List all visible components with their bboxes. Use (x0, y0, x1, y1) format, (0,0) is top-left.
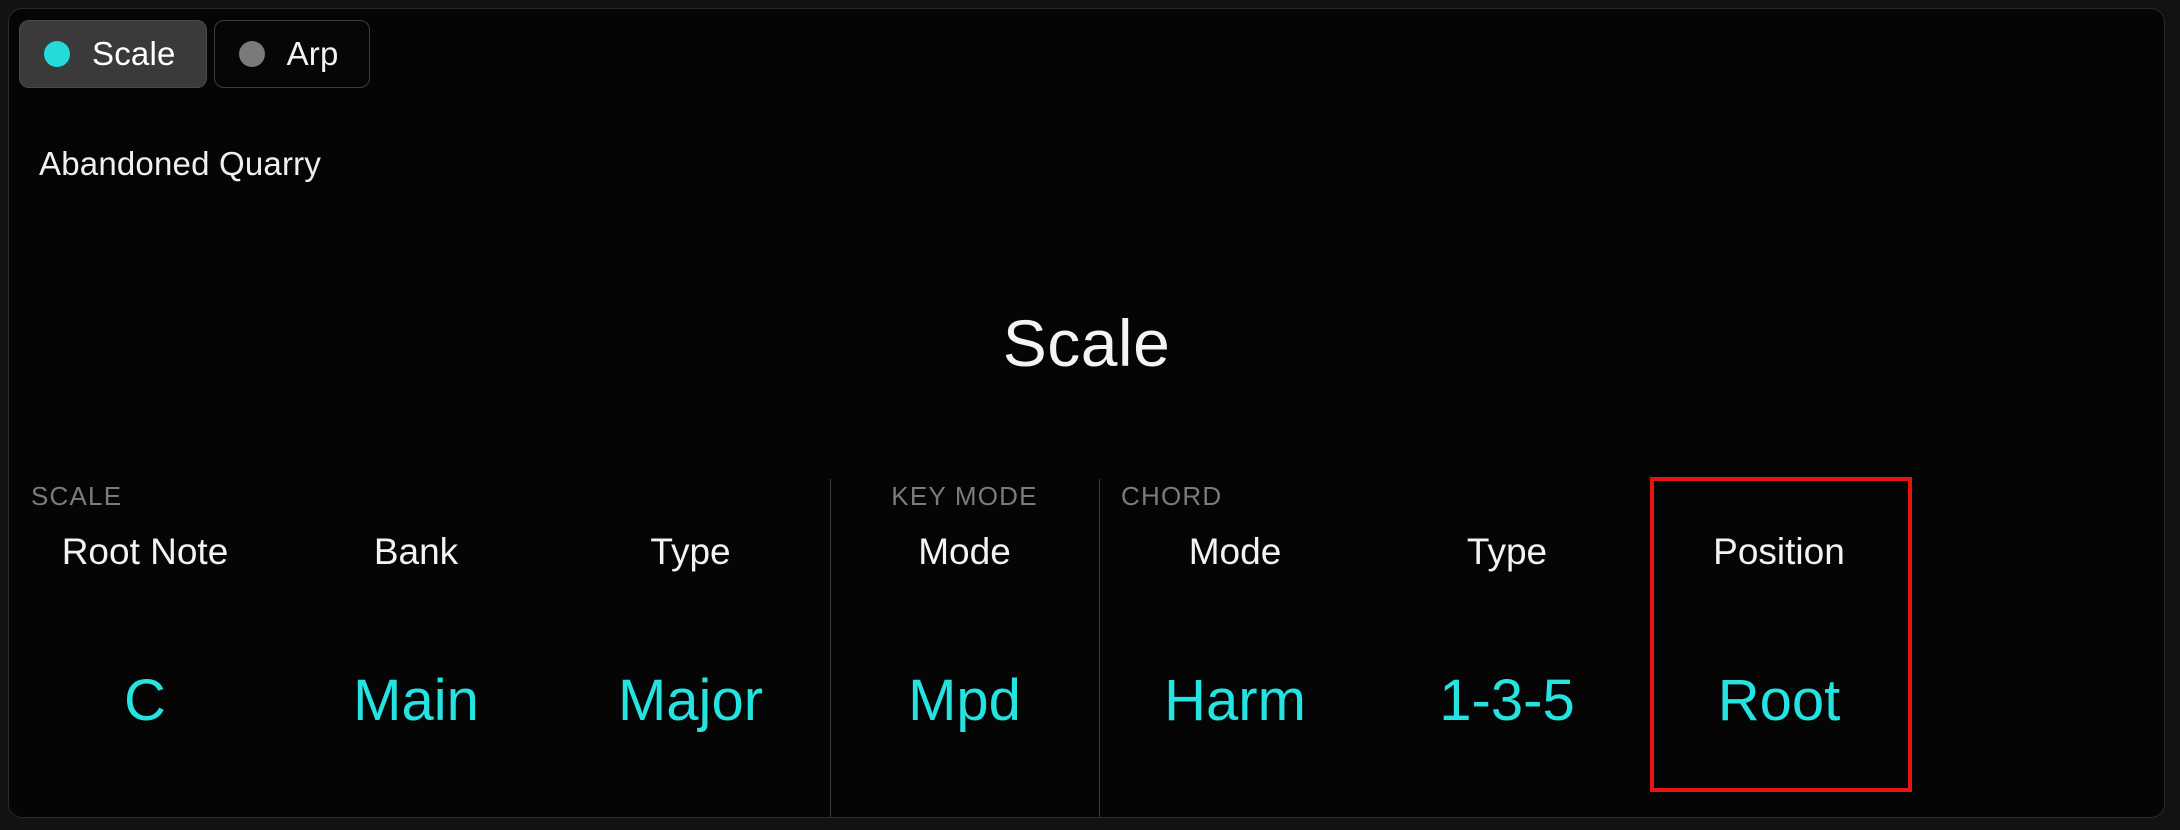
param-label-scale-type: Type (650, 531, 731, 572)
preset-name: Abandoned Quarry (39, 145, 322, 182)
tab-arp[interactable]: Arp (213, 20, 370, 88)
param-label-chord-mode: Mode (1188, 531, 1282, 572)
param-column-position[interactable]: Position Root (1643, 471, 1915, 817)
status-dot-icon (238, 41, 265, 67)
tab-scale[interactable]: Scale (19, 20, 207, 88)
param-column-root-note[interactable]: Root Note C (9, 471, 281, 817)
mode-tab-bar: Scale Arp (19, 20, 370, 88)
scale-panel: Scale Arp Abandoned Quarry Scale SCALE K… (8, 8, 2165, 818)
param-label-position: Position (1713, 531, 1845, 572)
tab-scale-label: Scale (92, 35, 176, 72)
parameter-grid: SCALE KEY MODE CHORD Root Note C Bank Ma… (9, 471, 2164, 817)
param-label-key-mode: Mode (918, 531, 1011, 572)
param-value-scale-type: Major (617, 668, 764, 733)
param-column-key-mode[interactable]: Mode Mpd (830, 471, 1099, 817)
param-value-chord-type: 1-3-5 (1439, 668, 1575, 733)
param-value-chord-mode: Harm (1164, 668, 1306, 733)
param-column-chord-mode[interactable]: Mode Harm (1099, 471, 1371, 817)
param-label-chord-type: Type (1466, 531, 1548, 572)
status-dot-icon (44, 41, 70, 67)
param-column-scale-type[interactable]: Type Major (551, 471, 830, 817)
param-value-root-note: C (124, 668, 166, 733)
param-value-key-mode: Mpd (908, 668, 1021, 733)
param-column-chord-type[interactable]: Type 1-3-5 (1371, 471, 1643, 817)
param-value-bank: Main (353, 668, 479, 733)
param-value-position: Root (1717, 668, 1841, 733)
param-column-bank[interactable]: Bank Main (281, 471, 551, 817)
param-label-root-note: Root Note (61, 531, 229, 572)
tab-arp-label: Arp (286, 35, 339, 72)
param-label-bank: Bank (373, 531, 459, 572)
page-title: Scale (1002, 306, 1171, 380)
